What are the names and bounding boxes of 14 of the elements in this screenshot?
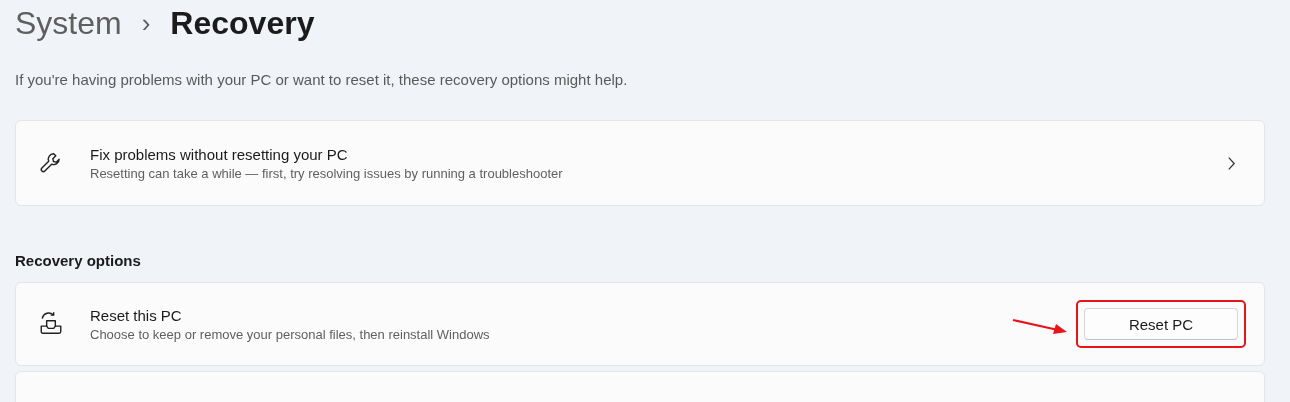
fix-problems-card[interactable]: Fix problems without resetting your PC Resetting can take a while — first, try resolving issues by running a troubleshooter: [15, 120, 1265, 206]
annotation-arrow: [1012, 318, 1068, 334]
reset-pc-icon: [38, 311, 64, 337]
page-title: Recovery: [170, 4, 315, 42]
option-title: Reset this PC: [90, 305, 183, 326]
breadcrumb-separator: ›: [141, 7, 151, 39]
card-subtitle: Resetting can take a while — first, try resolving issues by running a troubleshooter: [90, 164, 564, 183]
section-title: Recovery options: [15, 251, 142, 271]
chevron-right-icon: [1227, 155, 1236, 171]
option-subtitle: Choose to keep or remove your personal files, then reinstall Windows: [90, 325, 491, 344]
reset-pc-button[interactable]: Reset PC: [1084, 308, 1238, 340]
card-title: Fix problems without resetting your PC: [90, 144, 349, 165]
breadcrumb-link[interactable]: System: [15, 4, 122, 42]
page-description: If you're having problems with your PC or want to reset it, these recovery options might help.: [15, 70, 629, 90]
